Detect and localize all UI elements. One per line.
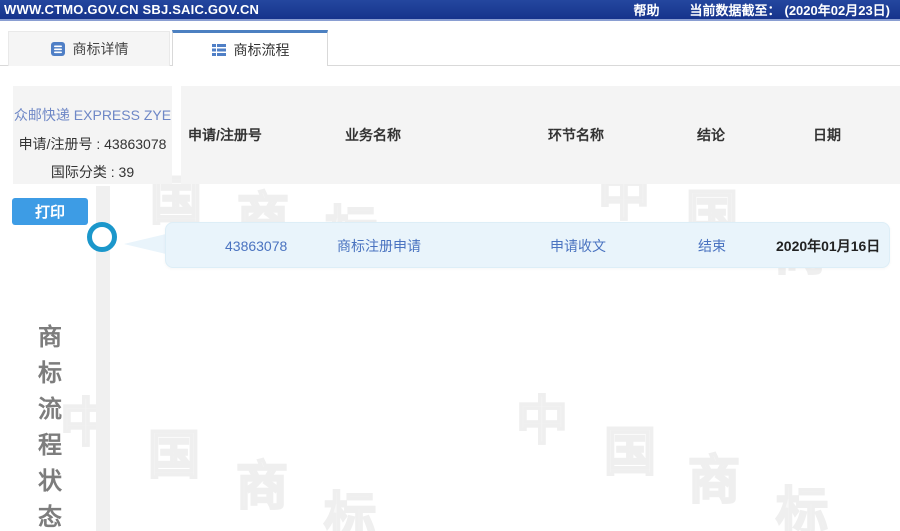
tab-trademark-detail[interactable]: 商标详情 bbox=[8, 31, 170, 66]
watermark-glyph: 标 bbox=[324, 492, 376, 531]
header-date: 日期 bbox=[813, 86, 841, 184]
cell-business-name: 商标注册申请 bbox=[337, 223, 421, 269]
timeline-node-circle bbox=[87, 222, 117, 252]
header-conclusion: 结论 bbox=[697, 86, 725, 184]
vertical-page-title: 商标流程状态 bbox=[36, 320, 64, 531]
table-row: 43863078 商标注册申请 申请收文 结束 2020年01月16日 bbox=[165, 222, 890, 268]
header-business-name: 业务名称 bbox=[345, 86, 401, 184]
data-asof-value: (2020年02月23日) bbox=[785, 0, 891, 19]
cell-conclusion: 结束 bbox=[698, 223, 726, 269]
help-link[interactable]: 帮助 bbox=[633, 0, 659, 19]
site-title: WWW.CTMO.GOV.CN SBJ.SAIC.GOV.CN bbox=[0, 2, 259, 17]
watermark-glyph: 商 bbox=[688, 455, 740, 507]
cell-step-name: 申请收文 bbox=[550, 223, 606, 269]
trademark-name: 众邮快递 EXPRESS ZYE bbox=[13, 105, 172, 125]
row-bubble-arrow bbox=[124, 234, 166, 254]
trademark-info-panel: 众邮快递 EXPRESS ZYE 申请/注册号 : 43863078 国际分类 … bbox=[13, 86, 172, 184]
cell-reg-no: 43863078 bbox=[225, 223, 287, 269]
top-bar: WWW.CTMO.GOV.CN SBJ.SAIC.GOV.CN 帮助 当前数据截… bbox=[0, 0, 900, 21]
cell-date: 2020年01月16日 bbox=[776, 223, 880, 269]
document-icon bbox=[50, 41, 66, 57]
trademark-flow-page: 国商标中国商中国商标中国商标 WWW.CTMO.GOV.CN SBJ.SAIC.… bbox=[0, 0, 900, 531]
tab-bar: 商标详情 商标流程 bbox=[0, 31, 900, 66]
registration-number-line: 申请/注册号 : 43863078 bbox=[13, 134, 172, 154]
watermark-glyph: 国 bbox=[148, 430, 200, 482]
table-header-row: 申请/注册号 业务名称 环节名称 结论 日期 bbox=[181, 86, 900, 184]
tab-trademark-flow[interactable]: 商标流程 bbox=[172, 30, 328, 66]
print-button[interactable]: 打印 bbox=[12, 198, 88, 225]
tab-detail-label: 商标详情 bbox=[73, 39, 129, 59]
header-reg-no: 申请/注册号 bbox=[188, 86, 262, 184]
international-class-line: 国际分类 : 39 bbox=[13, 162, 172, 182]
watermark-glyph: 中 bbox=[516, 396, 568, 448]
watermark-glyph: 商 bbox=[236, 461, 288, 513]
header-step-name: 环节名称 bbox=[548, 86, 604, 184]
watermark-glyph: 国 bbox=[604, 427, 656, 479]
tab-flow-label: 商标流程 bbox=[234, 40, 290, 60]
watermark-glyph: 标 bbox=[776, 487, 828, 531]
list-icon bbox=[211, 42, 227, 58]
data-asof-label: 当前数据截至： bbox=[689, 0, 780, 19]
